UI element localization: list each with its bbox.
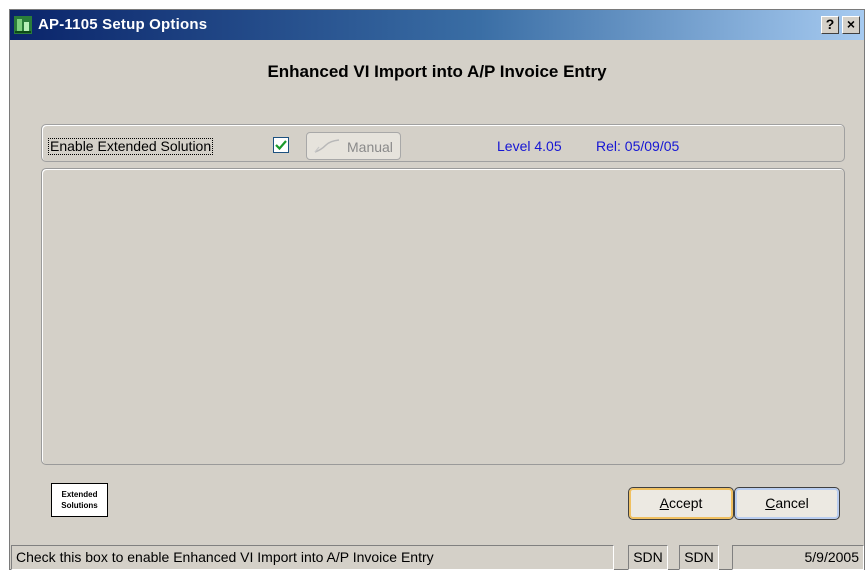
enable-extended-solution-checkbox[interactable] — [273, 137, 289, 153]
close-button[interactable]: × — [842, 16, 860, 34]
cancel-mnemonic: C — [765, 495, 776, 511]
help-button[interactable]: ? — [821, 16, 839, 34]
manual-button[interactable]: Manual — [306, 132, 401, 160]
app-icon — [14, 16, 32, 34]
cancel-label: ancel — [775, 495, 809, 511]
setup-options-window: AP-1105 Setup Options ? × Enhanced VI Im… — [9, 9, 865, 570]
manual-button-label: Manual — [347, 139, 393, 155]
content-panel — [41, 168, 845, 465]
page-title: Enhanced VI Import into A/P Invoice Entr… — [267, 62, 607, 81]
pen-icon — [313, 138, 341, 157]
status-user-2: SDN — [679, 545, 719, 570]
checkmark-icon — [275, 140, 287, 151]
cancel-button[interactable]: Cancel — [734, 487, 840, 520]
status-user-1: SDN — [628, 545, 668, 570]
accept-label: ccept — [668, 495, 703, 511]
title-bar[interactable]: AP-1105 Setup Options ? × — [10, 10, 864, 40]
status-bar: Check this box to enable Enhanced VI Imp… — [10, 542, 864, 570]
release-text: Rel: 05/09/05 — [596, 138, 680, 154]
logo-line-1: Extended — [61, 490, 98, 499]
status-message: Check this box to enable Enhanced VI Imp… — [11, 545, 614, 570]
logo-line-2: Solutions — [61, 501, 98, 510]
window-title: AP-1105 Setup Options — [38, 16, 208, 33]
enable-extended-solution-label[interactable]: Enable Extended Solution — [48, 138, 214, 155]
status-date: 5/9/2005 — [732, 545, 864, 570]
accept-mnemonic: A — [659, 495, 669, 511]
level-text: Level 4.05 — [497, 138, 562, 154]
extended-solutions-logo: Extended Solutions — [51, 483, 108, 517]
accept-button[interactable]: Accept — [628, 487, 734, 520]
